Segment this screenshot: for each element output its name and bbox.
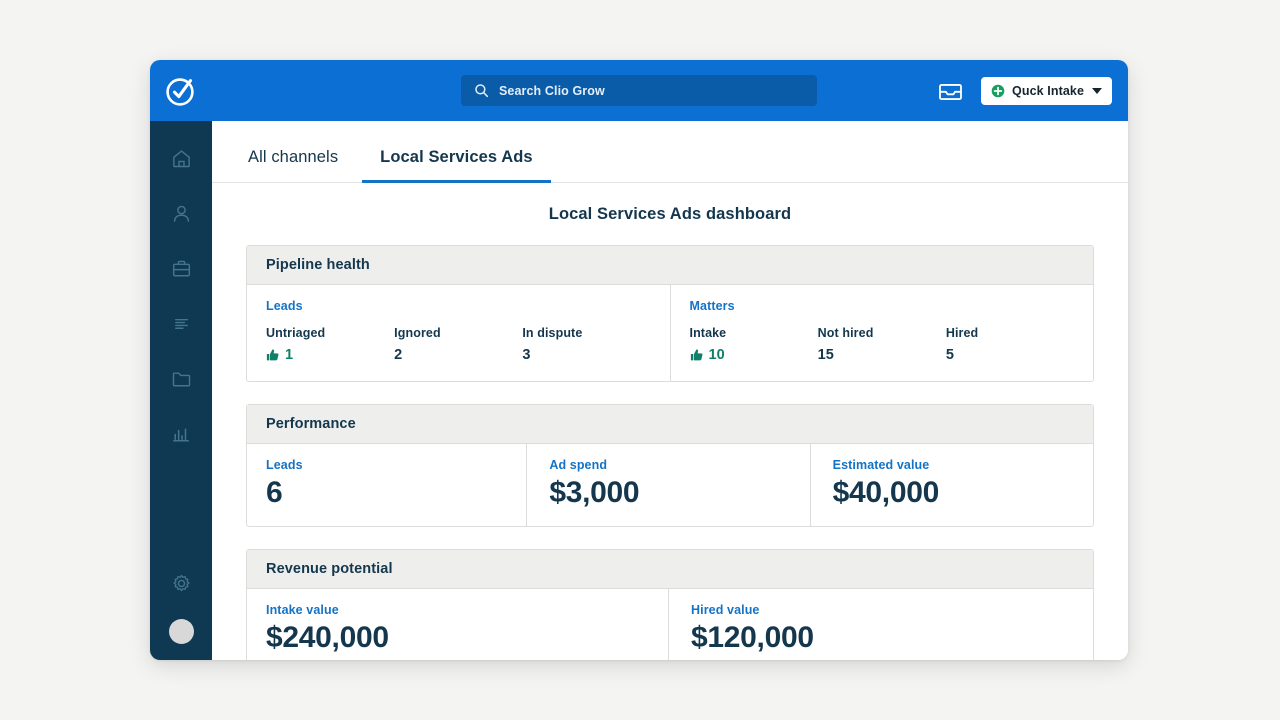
tab-all-channels[interactable]: All channels [230, 148, 356, 183]
pipeline-group-matters: Matters Intake 10 Not hired 15 Hired 5 [669, 285, 1094, 381]
sidebar-item-documents[interactable] [159, 304, 203, 342]
metric-value: $120,000 [691, 620, 814, 654]
tab-local-services-ads[interactable]: Local Services Ads [362, 148, 551, 183]
page-title: Local Services Ads dashboard [548, 205, 792, 223]
stat-value-wrap: 10 [690, 347, 818, 363]
main-content-column: All channels Local Services Ads Local Se… [212, 121, 1128, 660]
revenue-potential-card: Revenue potential Intake value $240,000 … [246, 548, 1094, 660]
stat-label: Ignored [394, 326, 441, 340]
folder-icon [172, 371, 190, 386]
stat-label: Hired [945, 326, 979, 340]
person-icon [173, 205, 189, 222]
sidebar-item-matters[interactable] [159, 249, 203, 287]
stat-label: Intake [689, 326, 727, 340]
metric-label[interactable]: Intake value [266, 603, 649, 617]
pipeline-group-matters-title[interactable]: Matters [690, 299, 1075, 313]
sidebar-item-settings[interactable] [159, 564, 203, 602]
metric-value: 6 [266, 476, 283, 509]
plus-circle-icon [991, 84, 1005, 97]
stat-value: 3 [522, 347, 531, 363]
app-window: Search Clio Grow Quck Intake All channel… [150, 60, 1128, 660]
sidebar-item-home[interactable] [159, 139, 203, 177]
stat-value-wrap: 15 [818, 347, 946, 363]
window-body: All channels Local Services Ads Local Se… [150, 121, 1128, 660]
stat-value-wrap: 2 [394, 347, 522, 363]
bar-chart-icon [172, 428, 189, 442]
inbox-button[interactable] [936, 78, 964, 104]
thumbs-up-icon [690, 349, 702, 361]
metric-value: $240,000 [266, 620, 389, 654]
metric-label[interactable]: Leads [266, 458, 507, 472]
pipeline-group-leads: Leads Untriaged 1 Ignored 2 In dispute 3 [247, 285, 670, 381]
pipeline-matters-stats: Intake 10 Not hired 15 Hired 5 [690, 326, 1075, 363]
performance-title: Performance [247, 405, 1093, 444]
document-lines-icon [174, 318, 188, 329]
thumbs-up-icon [266, 349, 279, 361]
stat-value-wrap: 5 [946, 347, 1074, 363]
inbox-icon [938, 84, 962, 100]
stat-hired: Hired 5 [946, 326, 1074, 363]
stat-intake: Intake 10 [690, 326, 818, 363]
search-input[interactable]: Search Clio Grow [461, 75, 817, 106]
quick-intake-label: Quck Intake [1012, 83, 1084, 98]
home-icon [172, 149, 190, 167]
sidebar-item-files[interactable] [159, 359, 203, 397]
metric-label[interactable]: Hired value [691, 603, 1074, 617]
metric-value: $3,000 [549, 476, 640, 509]
user-avatar[interactable] [168, 619, 194, 644]
top-bar-actions: Quck Intake [936, 60, 1112, 121]
metric-leads: Leads 6 [247, 444, 528, 526]
chevron-down-icon [1092, 87, 1102, 94]
stat-value: 15 [817, 347, 834, 363]
pipeline-health-body: Leads Untriaged 1 Ignored 2 In dispute 3… [247, 285, 1093, 381]
stat-value: 1 [285, 347, 294, 363]
stat-value-wrap: 3 [522, 347, 650, 363]
quick-intake-button[interactable]: Quck Intake [981, 76, 1112, 105]
metric-value: $40,000 [832, 476, 940, 509]
stat-label: Untriaged [266, 326, 326, 340]
left-sidebar [150, 121, 212, 660]
stat-not-hired: Not hired 15 [818, 326, 946, 363]
top-navigation-bar: Search Clio Grow Quck Intake [150, 60, 1128, 121]
metric-ad-spend: Ad spend $3,000 [530, 444, 811, 526]
stat-value: 5 [945, 347, 954, 363]
pipeline-leads-stats: Untriaged 1 Ignored 2 In dispute 3 [266, 326, 651, 363]
sidebar-item-reports[interactable] [159, 414, 203, 452]
stat-label: In dispute [522, 326, 583, 340]
sidebar-item-contacts[interactable] [159, 194, 203, 232]
channel-tabs: All channels Local Services Ads [212, 121, 1128, 183]
revenue-potential-title: Revenue potential [247, 549, 1093, 589]
pipeline-health-title: Pipeline health [247, 246, 1093, 285]
pipeline-group-leads-title[interactable]: Leads [266, 299, 651, 313]
app-logo[interactable] [150, 74, 212, 108]
performance-card: Performance Leads 6 Ad spend $3,000 Esti… [246, 404, 1094, 527]
metric-intake-value: Intake value $240,000 [247, 588, 669, 660]
stat-untriaged: Untriaged 1 [266, 326, 394, 363]
stat-label: Not hired [817, 326, 874, 340]
dashboard-content: Local Services Ads dashboard Pipeline he… [212, 183, 1128, 660]
stat-value: 10 [708, 347, 725, 363]
metric-hired-value: Hired value $120,000 [672, 589, 1093, 660]
search-icon [475, 84, 489, 98]
search-placeholder-text: Search Clio Grow [499, 83, 605, 98]
revenue-potential-metrics: Intake value $240,000 Hired value $120,0… [247, 588, 1093, 660]
metric-label[interactable]: Ad spend [549, 458, 790, 472]
pipeline-health-card: Pipeline health Leads Untriaged 1 Ignore… [246, 245, 1094, 382]
metric-label[interactable]: Estimated value [833, 458, 1074, 472]
stat-value-wrap: 1 [266, 347, 394, 363]
stat-in-dispute: In dispute 3 [522, 326, 650, 363]
metric-estimated-value: Estimated value $40,000 [814, 444, 1093, 526]
performance-metrics: Leads 6 Ad spend $3,000 Estimated value … [247, 444, 1093, 526]
clio-check-logo-icon [166, 77, 194, 106]
stat-value: 2 [394, 347, 403, 363]
briefcase-icon [172, 260, 190, 276]
gear-icon [172, 574, 190, 591]
stat-ignored: Ignored 2 [394, 326, 522, 363]
